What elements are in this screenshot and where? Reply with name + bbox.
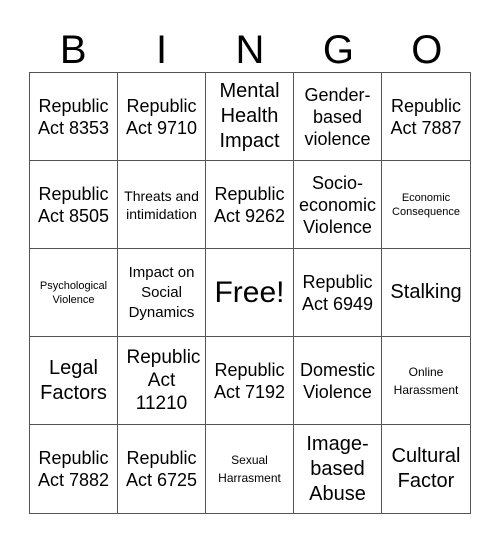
cell-label: Psychological Violence [39, 279, 108, 306]
bingo-cell[interactable]: Republic Act 7192 [206, 337, 294, 425]
cell-label: Cultural Factor [391, 445, 461, 492]
bingo-cell[interactable]: Gender-based violence [294, 73, 382, 161]
bingo-cell[interactable]: Legal Factors [30, 337, 118, 425]
header-letter-n: N [235, 28, 265, 72]
bingo-cell[interactable]: Threats and intimidation [118, 161, 206, 249]
cell-label: Republic Act 7192 [213, 359, 286, 402]
header-letter-g: G [322, 28, 354, 72]
bingo-header: B I N G O [29, 28, 471, 72]
cell-label: Impact on Social Dynamics [128, 263, 195, 321]
cell-label: Republic Act 6949 [301, 271, 374, 314]
bingo-cell[interactable]: Online Harassment [382, 337, 470, 425]
bingo-cell[interactable]: Domestic Violence [294, 337, 382, 425]
bingo-cell[interactable]: Republic Act 9710 [118, 73, 206, 161]
header-letter-i: I [156, 28, 168, 72]
cell-label: Image-based Abuse [306, 432, 369, 505]
bingo-cell[interactable]: Impact on Social Dynamics [118, 249, 206, 337]
bingo-cell[interactable]: Republic Act 11210 [118, 337, 206, 425]
cell-label: Republic Act 8353 [37, 95, 110, 138]
free-space-label: Free! [214, 275, 285, 309]
header-letter-b: B [59, 28, 87, 72]
bingo-cell[interactable]: Republic Act 8505 [30, 161, 118, 249]
bingo-cell[interactable]: Republic Act 7882 [30, 425, 118, 513]
cell-label: Domestic Violence [299, 359, 375, 402]
cell-label: Republic Act 7882 [37, 448, 110, 490]
bingo-board: Republic Act 8353 Republic Act 9710 Ment… [29, 72, 471, 514]
bingo-cell[interactable]: Stalking [382, 249, 470, 337]
cell-label: Threats and intimidation [124, 187, 199, 222]
bingo-cell[interactable]: Image-based Abuse [294, 425, 382, 513]
bingo-cell[interactable]: Republic Act 8353 [30, 73, 118, 161]
cell-label: Republic Act 11210 [126, 347, 201, 414]
cell-label: Mental Health Impact [219, 80, 280, 152]
cell-label: Sexual Harrasment [218, 453, 281, 485]
cell-label: Republic Act 9710 [125, 95, 198, 138]
bingo-cell[interactable]: Sexual Harrasment [206, 425, 294, 513]
cell-label: Republic Act 7887 [390, 95, 462, 138]
cell-label: Gender-based violence [304, 84, 371, 149]
cell-label: Legal Factors [40, 356, 107, 404]
cell-label: Economic Consequence [392, 191, 460, 218]
cell-label: Republic Act 6725 [125, 448, 198, 490]
bingo-cell[interactable]: Republic Act 6949 [294, 249, 382, 337]
bingo-cell[interactable]: Republic Act 6725 [118, 425, 206, 513]
cell-label: Stalking [390, 281, 462, 303]
cell-label: Online Harassment [393, 364, 459, 397]
cell-label: Republic Act 8505 [37, 183, 110, 226]
cell-label: Socio-economic Violence [298, 172, 377, 237]
bingo-cell[interactable]: Economic Consequence [382, 161, 470, 249]
bingo-cell[interactable]: Mental Health Impact [206, 73, 294, 161]
cell-label: Republic Act 9262 [213, 183, 286, 226]
bingo-cell[interactable]: Republic Act 7887 [382, 73, 470, 161]
bingo-cell[interactable]: Cultural Factor [382, 425, 470, 513]
free-space[interactable]: Free! [206, 249, 294, 337]
header-letter-o: O [411, 28, 443, 72]
bingo-cell[interactable]: Socio-economic Violence [294, 161, 382, 249]
bingo-cell[interactable]: Republic Act 9262 [206, 161, 294, 249]
bingo-cell[interactable]: Psychological Violence [30, 249, 118, 337]
